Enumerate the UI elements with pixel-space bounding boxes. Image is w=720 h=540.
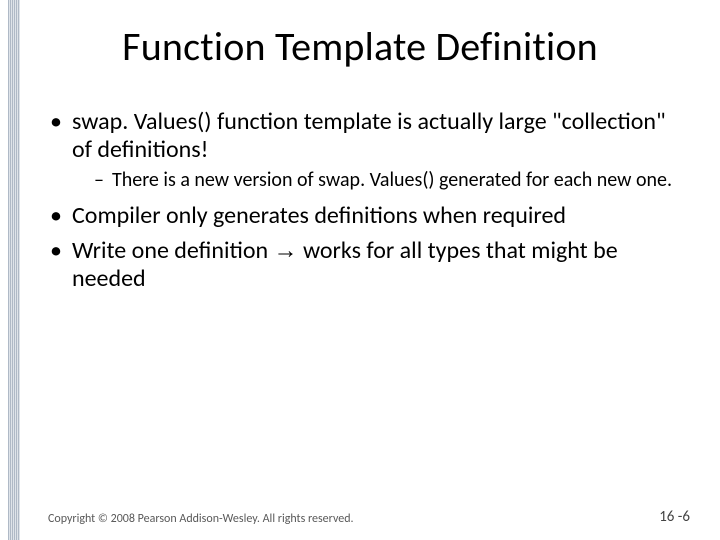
bullet-text: Write one definition [72, 236, 274, 265]
copyright-text: Copyright © 2008 Pearson Addison-Wesley.… [48, 512, 354, 526]
sub-bullet-list: There is a new version of swap. Values()… [72, 169, 688, 193]
list-item: swap. Values() function template is actu… [48, 108, 688, 192]
arrow-icon: → [274, 237, 298, 264]
bullet-text: swap. Values() function template is actu… [72, 107, 666, 164]
decorative-stripe [8, 0, 20, 540]
slide-body: swap. Values() function template is actu… [48, 108, 688, 299]
list-item: There is a new version of swap. Values()… [94, 169, 688, 193]
bullet-list: swap. Values() function template is actu… [48, 108, 688, 293]
bullet-text: There is a new version of swap. Values()… [112, 168, 672, 192]
slide: Function Template Definition swap. Value… [0, 0, 720, 540]
slide-title: Function Template Definition [0, 22, 720, 71]
page-number: 16 -6 [659, 508, 690, 526]
list-item: Write one definition → works for all typ… [48, 237, 688, 294]
bullet-text: Compiler only generates definitions when… [72, 201, 566, 230]
list-item: Compiler only generates definitions when… [48, 202, 688, 230]
